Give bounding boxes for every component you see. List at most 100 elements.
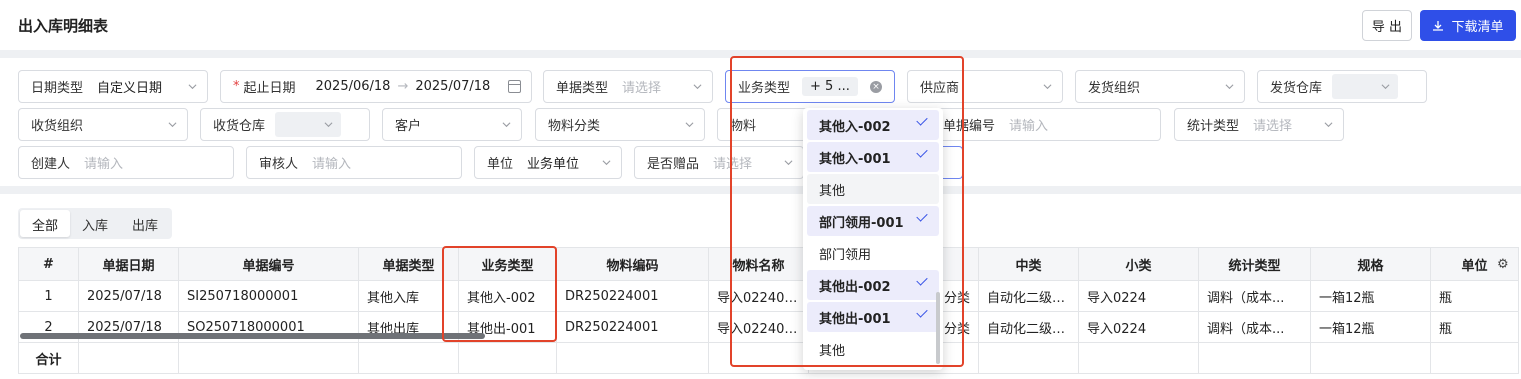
dropdown-option[interactable]: 其他入-001 (807, 142, 939, 172)
table-cell (1078, 342, 1199, 374)
dropdown-option[interactable]: 其他出-002 (807, 270, 939, 300)
end-date[interactable]: 2025/07/18 (415, 79, 490, 94)
supplier-select[interactable]: 供应商 (907, 70, 1063, 103)
unit-value: 业务单位 (527, 157, 580, 172)
material-category-select[interactable]: 物料分类 (535, 108, 705, 141)
table-cell (1430, 342, 1519, 374)
reviewer-input[interactable]: 审核人 请输入 (246, 146, 462, 179)
table-cell (1198, 342, 1311, 374)
material-category-label: 物料分类 (548, 119, 601, 134)
table-cell: 1 (18, 280, 79, 312)
column-header[interactable]: 中类 (978, 247, 1079, 281)
gift-select[interactable]: 是否赠品 请选择 (634, 146, 804, 179)
check-icon (916, 210, 928, 222)
clear-icon[interactable]: × (870, 81, 882, 93)
column-header[interactable]: 物料编码 (556, 247, 709, 281)
required-mark: * (233, 79, 240, 94)
table-cell: DR250224001 (556, 280, 709, 312)
column-header[interactable]: 业务类型 (458, 247, 557, 281)
ship-warehouse-select[interactable]: 发货仓库 (1257, 70, 1427, 103)
date-range-label: 起止日期 (243, 81, 296, 96)
stat-type-select[interactable]: 统计类型 请选择 (1174, 108, 1344, 141)
page-title: 出入库明细表 (18, 17, 109, 35)
column-header[interactable]: 统计类型 (1198, 247, 1311, 281)
table-cell: 一箱12瓶 (1310, 280, 1431, 312)
recv-org-select[interactable]: 收货组织 (18, 108, 188, 141)
table-cell (978, 342, 1079, 374)
column-header[interactable]: 规格 (1310, 247, 1431, 281)
gift-placeholder: 请选择 (713, 157, 753, 172)
option-label: 其他 (819, 183, 846, 199)
material-label: 物料 (730, 119, 757, 134)
chevron-down-icon (1225, 84, 1234, 90)
dropdown-option[interactable]: 部门领用-001 (807, 206, 939, 236)
horizontal-scrollbar[interactable] (20, 333, 485, 339)
date-type-value: 自定义日期 (97, 81, 163, 96)
dropdown-option[interactable]: 其他入-002 (807, 110, 939, 140)
table-cell (1310, 342, 1431, 374)
table-cell (708, 342, 809, 374)
recv-warehouse-select[interactable]: 收货仓库 (200, 108, 370, 141)
table-cell: 自动化二级分类 (978, 280, 1079, 312)
option-label: 其他 (819, 343, 846, 359)
table-cell: 调料（成本... (1198, 280, 1311, 312)
table-cell: 导入0224 (1078, 280, 1199, 312)
column-header[interactable]: 单据类型 (358, 247, 459, 281)
tab-all[interactable]: 全部 (20, 210, 71, 237)
gear-icon[interactable]: ⚙ (1497, 257, 1509, 272)
chevron-down-icon (784, 160, 793, 166)
start-date[interactable]: 2025/06/18 (316, 79, 391, 94)
check-icon (916, 114, 928, 126)
dropdown-option[interactable]: 其他出-001 (807, 302, 939, 332)
ship-org-select[interactable]: 发货组织 (1075, 70, 1245, 103)
date-type-select[interactable]: 日期类型 自定义日期 (18, 70, 208, 103)
table-cell: 调料（成本... (1198, 311, 1311, 343)
creator-label: 创建人 (31, 157, 71, 172)
table-cell (178, 342, 359, 374)
column-header[interactable]: 小类 (1078, 247, 1199, 281)
supplier-label: 供应商 (920, 81, 960, 96)
chevron-down-icon (685, 122, 694, 128)
column-header[interactable]: 单据日期 (78, 247, 179, 281)
creator-placeholder: 请输入 (84, 157, 124, 172)
option-label: 其他入-002 (819, 119, 891, 135)
biz-type-select[interactable]: 业务类型 + 5 ... × (725, 70, 895, 103)
reviewer-label: 审核人 (259, 157, 299, 172)
ship-warehouse-label: 发货仓库 (1270, 81, 1323, 96)
customer-select[interactable]: 客户 (382, 108, 522, 141)
unit-select[interactable]: 单位 业务单位 (474, 146, 622, 179)
tab-outbound[interactable]: 出库 (120, 210, 170, 237)
date-range-picker[interactable]: * 起止日期 2025/06/18 → 2025/07/18 (220, 70, 532, 103)
dropdown-option[interactable]: 部门领用 (807, 238, 939, 268)
download-list-button[interactable]: 下载清单 (1420, 10, 1516, 41)
biz-type-label: 业务类型 (738, 81, 791, 96)
chevron-down-icon (693, 84, 702, 90)
doc-type-select[interactable]: 单据类型 请选择 (543, 70, 713, 103)
table-cell: DR250224001 (556, 311, 709, 343)
check-icon (916, 274, 928, 286)
doc-no-input[interactable]: 单据编号 请输入 (933, 108, 1161, 141)
doc-no-placeholder: 请输入 (1009, 119, 1049, 134)
table-cell: 瓶 (1430, 311, 1519, 343)
recv-warehouse-value-box (275, 112, 342, 137)
recv-warehouse-label: 收货仓库 (213, 119, 266, 134)
table-cell (78, 342, 179, 374)
export-button[interactable]: 导 出 (1362, 10, 1412, 41)
dropdown-option[interactable]: 其他 (807, 174, 939, 204)
table-cell: 其他入-002 (458, 280, 557, 312)
table-row[interactable]: 1 2025/07/18 SI250718000001 其他入库 其他入-002… (18, 280, 1519, 312)
dropdown-scrollbar[interactable] (936, 292, 940, 364)
column-header[interactable]: 物料名称 (708, 247, 809, 281)
table-panel: 全部 入库 出库 # 单据日期 单据编号 单据类型 业务类型 物料编码 物料名称… (0, 194, 1521, 379)
table-cell: 导入0224 (1078, 311, 1199, 343)
creator-input[interactable]: 创建人 请输入 (18, 146, 234, 179)
ship-org-label: 发货组织 (1088, 81, 1141, 96)
column-header[interactable]: 单据编号 (178, 247, 359, 281)
dropdown-option[interactable]: 其他 (807, 334, 939, 364)
chevron-down-icon (324, 122, 333, 128)
detail-table: # 单据日期 单据编号 单据类型 业务类型 物料编码 物料名称 中类 小类 统计… (18, 247, 1519, 374)
table-cell: 2025/07/18 (78, 280, 179, 312)
biz-type-tag: + 5 ... (802, 77, 858, 96)
table-cell (458, 342, 557, 374)
tab-inbound[interactable]: 入库 (70, 210, 120, 237)
